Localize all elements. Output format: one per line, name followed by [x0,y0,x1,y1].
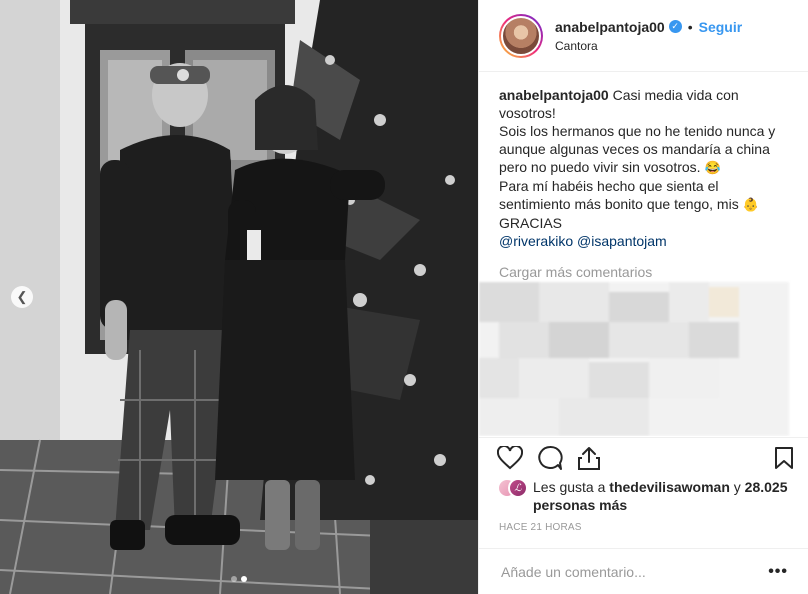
comments-section: anabelpantoja00 Casi media vida con voso… [479,72,808,436]
caption-line-4: GRACIAS [499,215,563,231]
laughing-emoji-icon: 😂 [704,160,721,175]
likes-row: ℒ Les gusta a thedevilisawoman y 28.025 … [497,478,792,514]
like-button[interactable] [497,438,537,478]
carousel-dot [231,576,237,582]
comment-input[interactable] [501,563,769,580]
verified-badge-icon: ✓ [668,20,682,33]
save-button[interactable] [754,438,794,478]
share-icon [578,446,600,470]
story-ring[interactable] [499,13,543,58]
caption: anabelpantoja00 Casi media vida con voso… [499,86,779,250]
location-link[interactable]: Cantora [555,39,742,53]
instagram-post: ❮ anabelpantoja00 ✓ • Seguir Cantora ana… [0,0,808,594]
baby-emoji-icon: 👶 [742,197,759,212]
header-row: anabelpantoja00 ✓ • Seguir [555,19,742,35]
avatar[interactable] [501,15,541,56]
add-comment-bar: ••• [479,548,808,594]
header-text: anabelpantoja00 ✓ • Seguir Cantora [555,19,742,53]
likes-prefix: Les gusta a [533,479,610,495]
liker-username-link[interactable]: thedevilisawoman [609,479,730,495]
post-sidebar: anabelpantoja00 ✓ • Seguir Cantora anabe… [478,0,808,594]
chevron-left-icon: ❮ [16,289,28,304]
caption-line-3: Para mí habéis hecho que sienta el senti… [499,178,743,212]
mention-link[interactable]: @isapantojam [577,233,667,249]
share-button[interactable] [577,438,617,478]
carousel-indicator [0,576,478,582]
heart-icon [497,445,523,469]
caption-line-2: Sois los hermanos que no he tenido nunca… [499,123,776,175]
carousel-dot-active [241,576,247,582]
post-header: anabelpantoja00 ✓ • Seguir Cantora [479,0,808,72]
more-options-icon[interactable]: ••• [768,563,788,581]
username-link[interactable]: anabelpantoja00 [555,19,665,35]
follow-button[interactable]: Seguir [699,19,743,35]
comment-button[interactable] [537,438,577,478]
comment-icon [538,445,563,470]
load-more-comments-button[interactable]: Cargar más comentarios [499,264,792,280]
action-bar [479,437,808,477]
liker-avatars: ℒ [497,478,533,500]
carousel-prev-button[interactable]: ❮ [10,285,34,309]
photo-scene [0,0,478,594]
mention-link[interactable]: @riverakiko [499,233,573,249]
post-photo[interactable]: ❮ [0,0,478,594]
separator-dot: • [687,18,693,35]
caption-username[interactable]: anabelpantoja00 [499,87,609,103]
likes-mid: y [729,479,745,495]
avatar: ℒ [508,478,528,498]
blurred-comments [479,282,789,436]
post-timestamp[interactable]: HACE 21 HORAS [499,522,582,533]
likes-text: Les gusta a thedevilisawoman y 28.025 pe… [533,478,792,514]
bookmark-icon [775,446,793,469]
